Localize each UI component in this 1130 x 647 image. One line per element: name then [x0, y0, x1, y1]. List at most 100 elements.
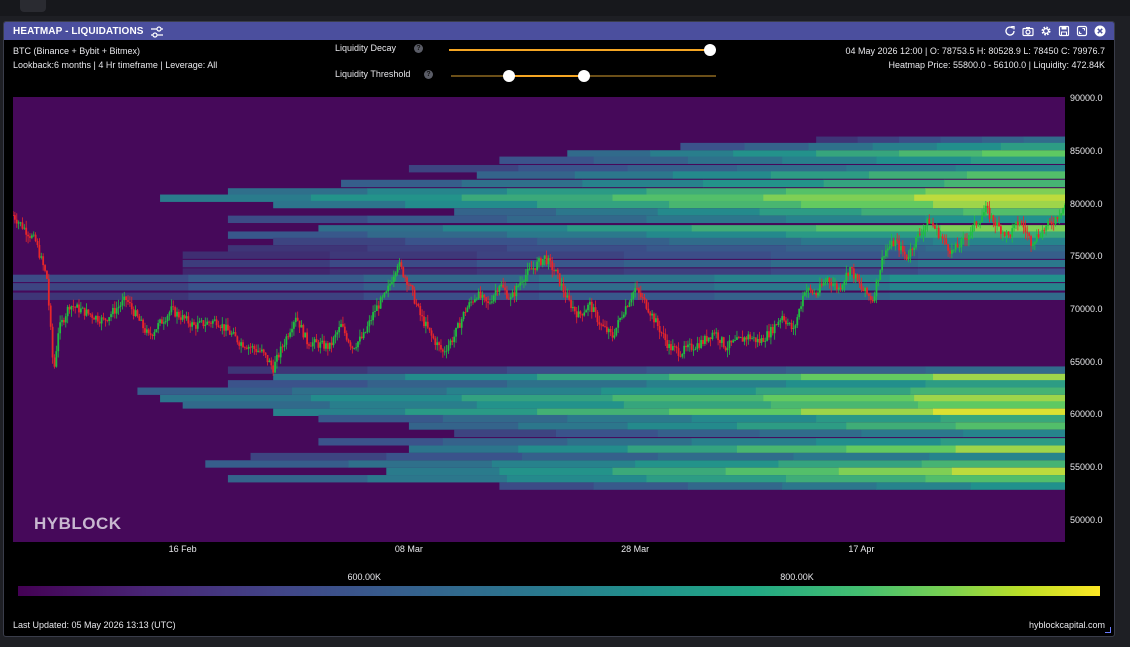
candle-body-184	[358, 336, 361, 342]
candle-body-187	[364, 332, 367, 333]
candle-body-344	[660, 332, 663, 334]
liquidity-band-23-seg-0	[273, 373, 406, 382]
liquidity-band-15-seg-3	[646, 245, 787, 253]
save-icon[interactable]	[1057, 24, 1070, 37]
candle-body-127	[251, 346, 254, 348]
candle-body-549	[1047, 221, 1049, 226]
candle-body-11	[32, 234, 35, 236]
liquidity-band-7-seg-0	[227, 188, 368, 196]
candle-body-394	[754, 337, 757, 343]
gear-icon[interactable]	[1039, 24, 1052, 37]
decay-slider-knob[interactable]	[704, 44, 716, 56]
liquidity-band-32-seg-2	[567, 438, 693, 446]
candle-body-22	[53, 357, 56, 367]
window-tab[interactable]	[20, 0, 46, 12]
candle-body-213	[413, 289, 416, 304]
candle-body-416	[796, 317, 799, 326]
candle-body-369	[707, 337, 710, 342]
candle-body-253	[489, 302, 491, 304]
candle-body-206	[400, 262, 403, 268]
candle-body-483	[922, 229, 925, 235]
liquidity-band-35-seg-1	[348, 460, 493, 468]
candle-body-194	[377, 305, 380, 309]
liquidity-band-7-seg-5	[925, 188, 1065, 196]
candle-body-468	[894, 239, 897, 247]
candle-body-392	[751, 338, 753, 340]
candle-body-480	[917, 233, 919, 238]
close-icon[interactable]	[1093, 24, 1106, 37]
candle-body-128	[253, 346, 256, 350]
candle-body-365	[700, 339, 703, 348]
candle-body-445	[851, 267, 853, 269]
candle-body-222	[430, 330, 433, 336]
liquidity-band-4-seg-1	[518, 165, 629, 173]
candle-body-320	[615, 327, 618, 336]
candle-body-505	[964, 237, 966, 240]
candle-body-448	[856, 274, 859, 281]
candle-body-341	[654, 318, 657, 323]
liquidity-band-8-seg-3	[612, 194, 764, 202]
candle-body-275	[530, 268, 533, 270]
candle-body-233	[451, 340, 454, 343]
candle-body-41	[89, 313, 92, 315]
liquidity-band-0-seg-5	[1023, 136, 1065, 144]
candle-body-546	[1041, 229, 1044, 238]
pair-label: BTC (Binance + Bybit + Bitmex)	[13, 46, 141, 56]
help-icon[interactable]: ?	[424, 69, 433, 79]
candle-body-245	[473, 299, 476, 302]
camera-icon[interactable]	[1021, 24, 1034, 37]
candle-body-294	[566, 295, 569, 298]
candle-body-292	[562, 283, 565, 293]
candle-body-426	[815, 293, 818, 296]
candle-body-239	[462, 311, 465, 320]
candle-body-91	[183, 315, 186, 319]
candle-body-420	[803, 292, 806, 296]
resize-handle[interactable]	[1105, 627, 1111, 633]
candle-body-261	[504, 287, 506, 291]
candle-body-188	[366, 326, 369, 333]
candle-body-89	[179, 317, 182, 320]
refresh-icon[interactable]	[1003, 24, 1016, 37]
liquidity-band-32-seg-3	[691, 438, 817, 446]
liquidity-band-2-seg-0	[567, 150, 651, 158]
help-icon[interactable]: ?	[414, 43, 423, 53]
candle-body-296	[570, 299, 572, 309]
threshold-slider-knob-low[interactable]	[503, 70, 516, 82]
candle-body-315	[605, 326, 608, 333]
liquidity-band-11-seg-4	[785, 215, 926, 224]
liquidity-band-17-seg-0	[182, 259, 331, 268]
candle-body-501	[956, 243, 959, 248]
candle-body-442	[845, 272, 848, 281]
candle-body-556	[1060, 213, 1063, 216]
candle-body-281	[541, 258, 544, 265]
liquidity-decay-slider[interactable]	[449, 43, 716, 57]
liquidity-band-15-seg-2	[506, 245, 647, 253]
candle-body-541	[1032, 244, 1034, 246]
heatmap-panel: HEATMAP - LIQUIDATIONS BTC (Binance + By…	[3, 21, 1115, 637]
liquidity-band-16-seg-1	[329, 251, 478, 259]
candle-body-169	[330, 342, 333, 346]
y-tick-label: 65000.0	[1070, 356, 1103, 367]
candle-body-68	[140, 319, 143, 321]
liquidity-band-17-seg-4	[770, 259, 919, 268]
liquidity-band-17-seg-1	[329, 259, 478, 268]
y-tick-label: 70000.0	[1070, 304, 1103, 314]
liquidity-band-21-seg-5	[889, 292, 1065, 300]
liquidity-threshold-slider[interactable]	[451, 69, 716, 83]
heatmap-chart-area[interactable]: HYBLOCK	[13, 97, 1065, 542]
threshold-slider-knob-high[interactable]	[577, 70, 590, 82]
candle-body-208	[404, 276, 407, 278]
site-link[interactable]: hyblockcapital.com	[1029, 620, 1105, 630]
liquidity-band-12-seg-1	[442, 225, 568, 233]
candle-body-220	[426, 321, 429, 328]
expand-icon[interactable]	[1075, 24, 1088, 37]
liquidity-band-1-seg-1	[744, 142, 810, 151]
liquidity-band-29-seg-4	[816, 414, 942, 423]
adjust-settings-icon[interactable]	[150, 25, 164, 38]
liquidity-band-6-seg-1	[461, 179, 583, 188]
candle-body-461	[881, 257, 884, 271]
candle-body-107	[213, 319, 216, 321]
liquidity-band-6-seg-5	[944, 179, 1065, 188]
candle-body-121	[240, 342, 243, 346]
liquidity-band-5-seg-4	[868, 171, 968, 179]
